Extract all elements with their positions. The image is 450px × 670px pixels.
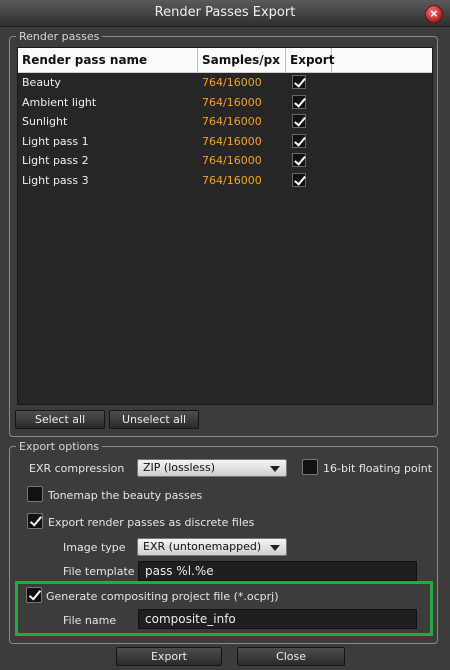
export-checkbox[interactable] [292, 133, 306, 148]
column-header-export[interactable]: Export [286, 48, 334, 72]
export-button[interactable]: Export [116, 647, 222, 666]
table-row[interactable]: Light pass 3 764/16000 [18, 171, 432, 190]
float16-label: 16-bit floating point [323, 462, 433, 475]
image-type-select[interactable]: EXR (untonemapped) [137, 538, 287, 556]
export-checkbox-cell [288, 73, 332, 92]
export-checkbox[interactable] [292, 94, 306, 109]
export-checkbox[interactable] [292, 172, 306, 187]
render-pass-samples: 764/16000 [202, 95, 262, 109]
tonemap-label: Tonemap the beauty passes [48, 489, 203, 502]
file-name-input[interactable]: composite_info [138, 609, 417, 629]
render-pass-samples: 764/16000 [202, 154, 262, 167]
export-checkbox-cell [288, 93, 332, 112]
column-header-samples[interactable]: Samples/px [198, 48, 286, 72]
discrete-files-label: Export render passes as discrete files [48, 516, 255, 529]
export-checkbox-cell [288, 151, 332, 170]
render-pass-name: Light pass 3 [22, 173, 89, 187]
table-row[interactable]: Beauty 764/16000 [18, 73, 432, 92]
title-bar: Render Passes Export × [0, 0, 450, 27]
file-name-label: File name [63, 614, 117, 627]
table-row[interactable]: Sunlight 764/16000 [18, 112, 432, 131]
select-all-button[interactable]: Select all [15, 410, 105, 429]
render-pass-samples: 764/16000 [202, 134, 262, 148]
export-checkbox[interactable] [292, 114, 306, 128]
exr-compression-label: EXR compression [29, 462, 125, 475]
render-pass-name: Light pass 1 [22, 134, 89, 148]
render-pass-name: Ambient light [22, 95, 97, 109]
exr-compression-value: ZIP (lossless) [143, 461, 216, 474]
discrete-files-checkbox[interactable] [27, 513, 43, 529]
export-checkbox-cell [288, 112, 332, 131]
file-template-label: File template [63, 565, 135, 578]
float16-checkbox[interactable] [302, 459, 318, 475]
close-button[interactable]: Close [237, 647, 345, 666]
render-pass-samples: 764/16000 [202, 115, 262, 128]
image-type-label: Image type [63, 541, 126, 554]
render-pass-samples: 764/16000 [202, 173, 262, 187]
chevron-down-icon [270, 545, 280, 551]
table-header: Render pass name Samples/px Export [18, 48, 432, 73]
render-pass-name: Light pass 2 [22, 154, 89, 167]
table-row[interactable]: Ambient light 764/16000 [18, 93, 432, 112]
render-pass-samples: 764/16000 [202, 76, 262, 89]
render-pass-name: Beauty [22, 76, 61, 89]
close-icon[interactable]: × [425, 5, 443, 23]
export-checkbox-cell [288, 171, 332, 190]
exr-compression-select[interactable]: ZIP (lossless) [137, 459, 287, 477]
image-type-value: EXR (untonemapped) [143, 540, 262, 553]
compositing-project-label: Generate compositing project file (*.ocp… [46, 590, 279, 603]
render-pass-name: Sunlight [22, 115, 68, 128]
render-passes-group-label: Render passes [19, 30, 100, 43]
table-row[interactable]: Light pass 2 764/16000 [18, 151, 432, 170]
compositing-project-checkbox[interactable] [26, 587, 42, 603]
tonemap-checkbox[interactable] [27, 486, 43, 502]
render-pass-table: Render pass name Samples/px Export Beaut… [17, 47, 433, 405]
export-checkbox[interactable] [292, 75, 306, 89]
unselect-all-button[interactable]: Unselect all [109, 410, 199, 429]
export-options-group-label: Export options [19, 440, 100, 453]
export-checkbox-cell [288, 132, 332, 151]
export-checkbox[interactable] [292, 153, 306, 167]
window-title: Render Passes Export [154, 5, 296, 20]
chevron-down-icon [270, 466, 280, 472]
file-template-input[interactable]: pass %l.%e [138, 561, 417, 581]
column-header-name[interactable]: Render pass name [18, 48, 198, 72]
table-row[interactable]: Light pass 1 764/16000 [18, 132, 432, 151]
